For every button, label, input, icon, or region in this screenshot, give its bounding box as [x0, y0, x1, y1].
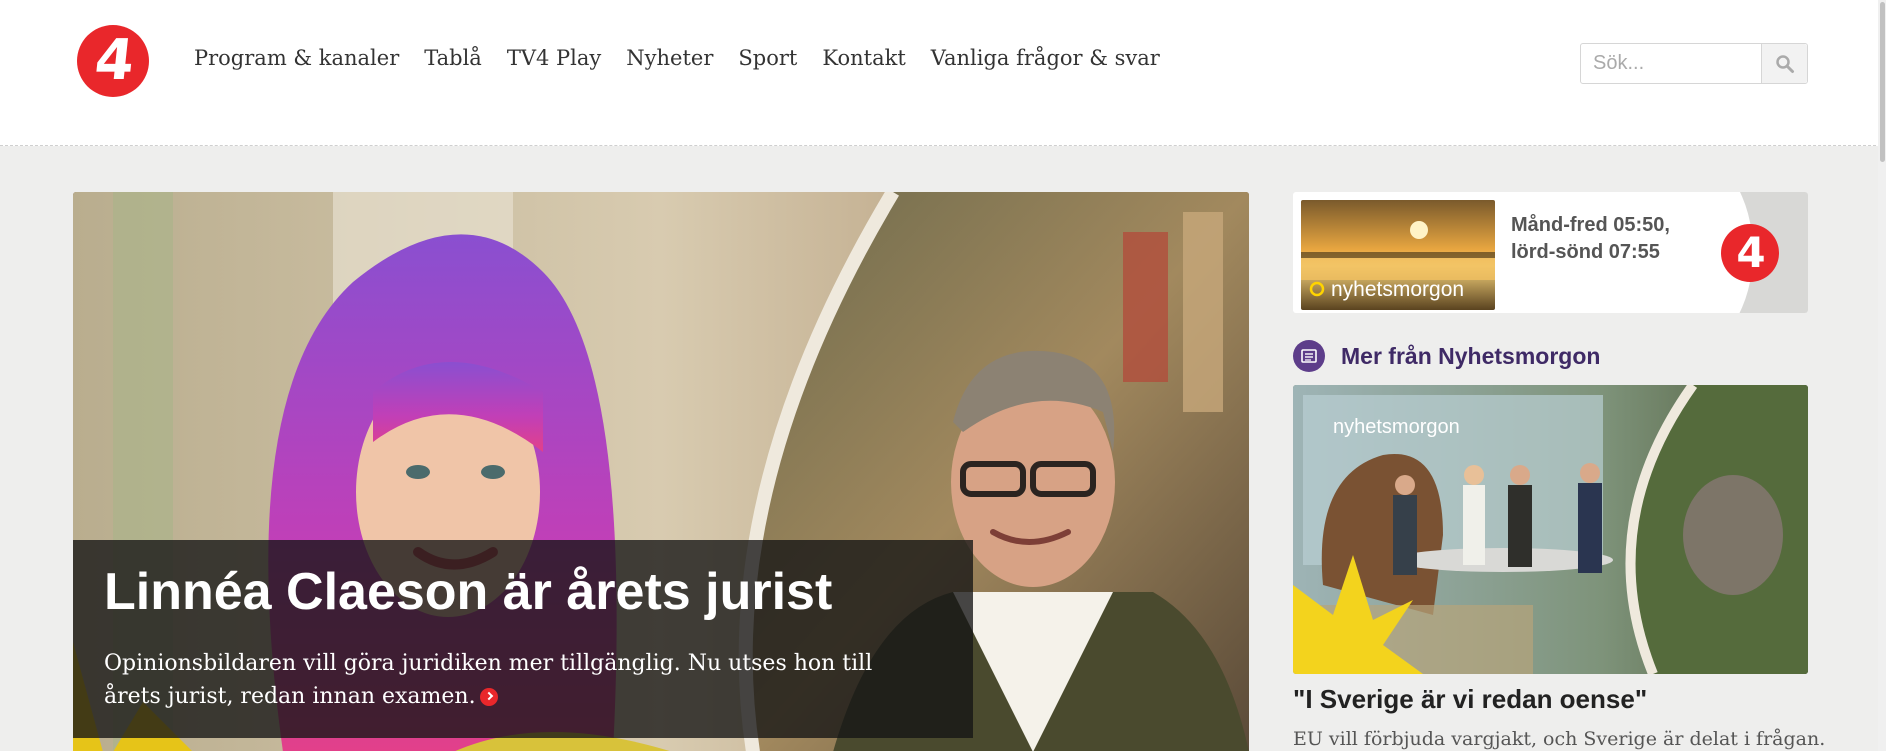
nav-tabla[interactable]: Tablå — [424, 46, 482, 70]
scrollbar-thumb[interactable] — [1880, 2, 1885, 162]
nav-nyheter[interactable]: Nyheter — [626, 46, 713, 70]
list-icon — [1293, 340, 1325, 372]
nav-faq[interactable]: Vanliga frågor & svar — [931, 46, 1160, 70]
sunrise-image: nyhetsmorgon — [1301, 200, 1495, 310]
article-card-title[interactable]: "I Sverige är vi redan oense" — [1293, 684, 1647, 715]
nav-tv4-play[interactable]: TV4 Play — [507, 46, 601, 70]
more-from-title: Mer från Nyhetsmorgon — [1341, 342, 1601, 369]
hero-title[interactable]: Linnéa Claeson är årets jurist — [104, 563, 942, 621]
nav-kontakt[interactable]: Kontakt — [822, 46, 905, 70]
article-card-text: EU vill förbjuda vargjakt, och Sverige ä… — [1293, 728, 1826, 750]
promo-logo-text: 4 — [1736, 228, 1765, 277]
more-from-heading[interactable]: Mer från Nyhetsmorgon — [1293, 340, 1600, 372]
studio-image: nyhetsmorgon — [1293, 385, 1808, 674]
promo-schedule: Månd-fred 05:50, lörd-sönd 07:55 — [1511, 214, 1670, 263]
search-button[interactable] — [1761, 44, 1807, 83]
logo-text: 4 — [91, 28, 135, 93]
tv4-logo[interactable]: 4 — [77, 25, 149, 97]
hero-text: Opinionsbildaren vill göra juridiken mer… — [104, 647, 924, 713]
main-nav: Program & kanaler Tablå TV4 Play Nyheter… — [194, 46, 1185, 70]
nav-sport[interactable]: Sport — [738, 46, 797, 70]
hero-caption: Linnéa Claeson är årets jurist Opinionsb… — [73, 540, 973, 738]
promo-thumbnail: nyhetsmorgon — [1301, 200, 1495, 310]
hero-article[interactable]: Linnéa Claeson är årets jurist Opinionsb… — [73, 192, 1249, 751]
article-card-image[interactable]: nyhetsmorgon — [1293, 385, 1808, 674]
search-box — [1580, 43, 1808, 84]
nyhetsmorgon-promo[interactable]: nyhetsmorgon Månd-fred 05:50, lörd-sönd … — [1293, 192, 1808, 313]
promo-brand-text: nyhetsmorgon — [1331, 278, 1464, 301]
read-more-arrow-icon[interactable] — [479, 688, 498, 707]
search-icon — [1775, 54, 1794, 73]
site-header: 4 Program & kanaler Tablå TV4 Play Nyhet… — [0, 0, 1886, 146]
promo-tv4-logo: 4 — [1721, 224, 1779, 282]
nav-program-kanaler[interactable]: Program & kanaler — [194, 46, 399, 70]
search-input[interactable] — [1581, 44, 1761, 83]
page-scrollbar[interactable] — [1878, 0, 1886, 751]
studio-brand-text: nyhetsmorgon — [1333, 416, 1460, 438]
